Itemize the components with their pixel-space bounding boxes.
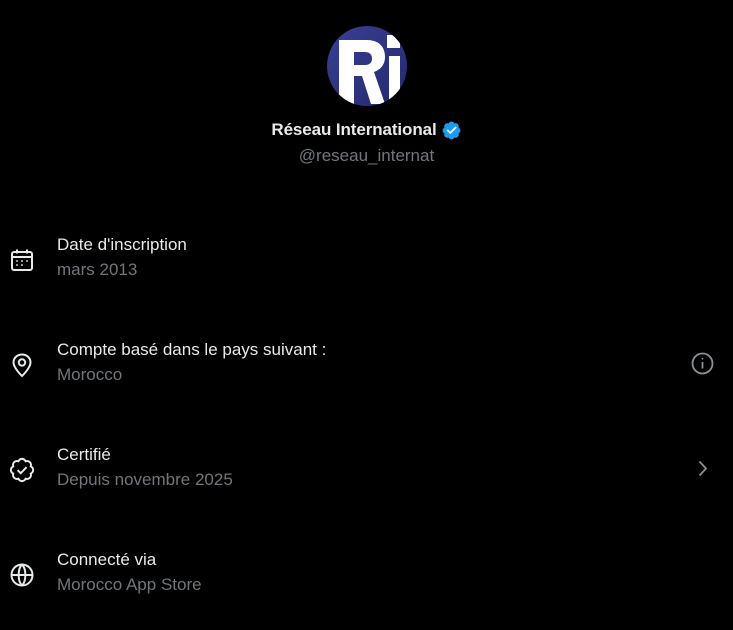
avatar[interactable] <box>326 26 407 106</box>
display-name: Réseau International <box>271 120 437 139</box>
join-date-label: Date d'inscription <box>57 235 187 254</box>
username-handle: @reseau_internat <box>298 146 435 165</box>
connected-via-value: Morocco App Store <box>57 575 202 594</box>
reseau-international-logo <box>326 26 407 106</box>
verified-value: Depuis novembre 2025 <box>57 470 233 489</box>
account-country-row: Compte basé dans le pays suivant : Moroc… <box>0 340 733 400</box>
calendar-icon <box>9 247 35 273</box>
chevron-right-icon[interactable] <box>690 456 715 481</box>
verified-outline-icon <box>9 457 35 483</box>
info-icon[interactable] <box>690 351 715 376</box>
account-info-page: Réseau International @reseau_internat Da… <box>0 0 733 630</box>
verified-label: Certifié <box>57 445 111 464</box>
join-date-row: Date d'inscription mars 2013 <box>0 235 733 295</box>
profile-header: Réseau International @reseau_internat <box>0 26 733 166</box>
name-row: Réseau International <box>271 119 461 141</box>
verified-badge-icon[interactable] <box>441 120 462 141</box>
connected-via-row: Connecté via Morocco App Store <box>0 550 733 610</box>
connected-via-label: Connecté via <box>57 550 157 569</box>
account-country-label: Compte basé dans le pays suivant : <box>57 340 327 359</box>
globe-icon <box>9 562 35 588</box>
join-date-value: mars 2013 <box>57 260 138 279</box>
account-country-value: Morocco <box>57 365 123 384</box>
location-pin-icon <box>9 352 35 378</box>
verified-row[interactable]: Certifié Depuis novembre 2025 <box>0 445 733 505</box>
